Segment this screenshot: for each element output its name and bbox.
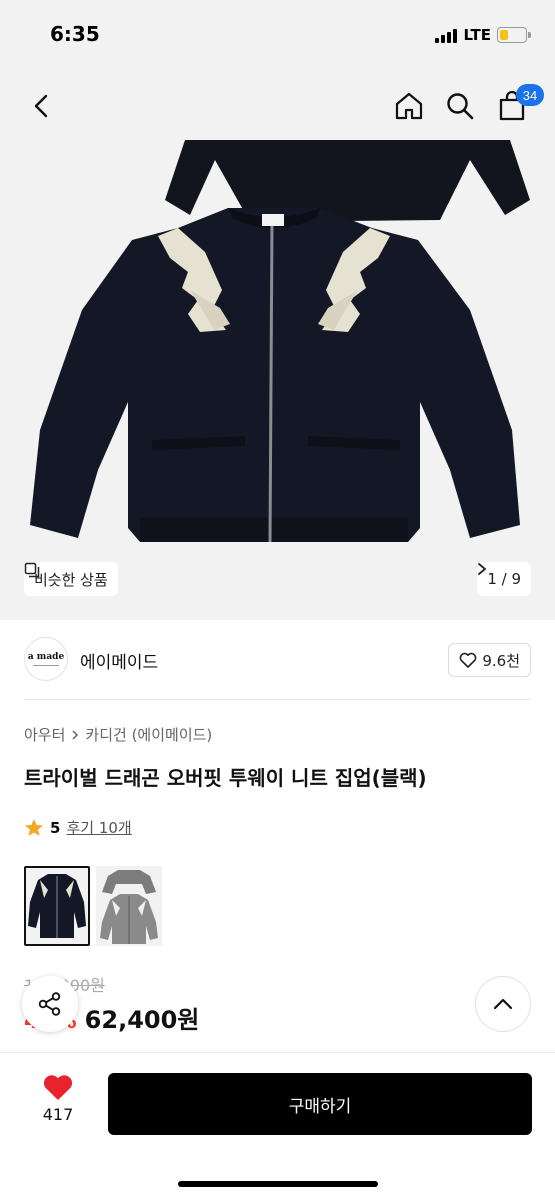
black-cardigan-thumbnail <box>28 874 86 938</box>
search-button[interactable] <box>440 86 480 126</box>
share-button[interactable] <box>22 976 78 1032</box>
chevron-right-icon <box>72 729 79 740</box>
signal-icon <box>435 27 458 43</box>
gray-cardigan-thumbnail <box>100 870 158 944</box>
breadcrumb: 아우터 카디건 (에이메이드) <box>24 724 212 745</box>
star-icon <box>25 818 43 836</box>
image-pager-button[interactable]: 1 / 9 <box>477 562 531 596</box>
color-option-gray[interactable] <box>96 866 162 946</box>
status-indicators: LTE <box>435 26 531 44</box>
status-bar: 6:35 LTE <box>0 0 555 72</box>
share-icon <box>38 992 61 1016</box>
breadcrumb-subcategory[interactable]: 카디건 (에이메이드) <box>85 724 212 745</box>
cart-count-badge: 34 <box>516 84 544 106</box>
heart-outline-icon <box>459 652 477 668</box>
sale-price: 62,400원 <box>84 1006 200 1034</box>
home-button[interactable] <box>389 86 429 126</box>
product-image-carousel[interactable]: 비슷한 상품 1 / 9 <box>0 140 555 620</box>
home-indicator <box>178 1181 378 1187</box>
color-option-black[interactable] <box>24 866 90 946</box>
wishlist-button[interactable]: 417 <box>28 1073 88 1137</box>
top-nav: 34 <box>0 72 555 140</box>
review-count-link[interactable]: 후기 10개 <box>66 817 131 838</box>
image-pager-label: 1 / 9 <box>487 570 521 588</box>
buy-button[interactable]: 구매하기 <box>108 1073 532 1135</box>
product-image <box>30 140 530 543</box>
similar-products-button[interactable]: 비슷한 상품 <box>24 562 118 596</box>
brand-like-button[interactable]: 9.6천 <box>448 643 531 677</box>
wishlist-count: 417 <box>42 1105 74 1124</box>
brand-row: a made 에이메이드 9.6천 <box>0 620 555 700</box>
brand-logo-underline <box>33 664 59 666</box>
brand-name[interactable]: 에이메이드 <box>80 648 158 673</box>
rating-row: 5 후기 10개 <box>24 817 132 838</box>
brand-logo[interactable]: a made <box>24 637 68 681</box>
chevron-right-icon <box>478 563 487 575</box>
similar-products-label: 비슷한 상품 <box>34 570 108 589</box>
chevron-up-icon <box>493 998 513 1010</box>
breadcrumb-category[interactable]: 아우터 <box>24 724 65 745</box>
divider <box>24 699 531 700</box>
home-icon <box>395 92 423 120</box>
chevron-left-icon <box>34 94 48 118</box>
brand-like-count: 9.6천 <box>482 651 520 670</box>
heart-filled-icon <box>43 1075 73 1100</box>
battery-icon <box>497 27 531 43</box>
scroll-top-button[interactable] <box>475 976 531 1032</box>
product-title: 트라이벌 드래곤 오버핏 투웨이 니트 집업(블랙) <box>24 766 427 790</box>
copy-icon <box>24 562 40 578</box>
rating-value: 5 <box>50 818 61 837</box>
cart-button[interactable]: 34 <box>492 84 544 126</box>
network-label: LTE <box>463 26 491 44</box>
search-icon <box>447 93 474 120</box>
bottom-action-bar: 417 구매하기 <box>0 1052 555 1200</box>
status-time: 6:35 <box>50 22 100 46</box>
back-button[interactable] <box>22 86 62 126</box>
brand-logo-text: a made <box>27 651 65 662</box>
